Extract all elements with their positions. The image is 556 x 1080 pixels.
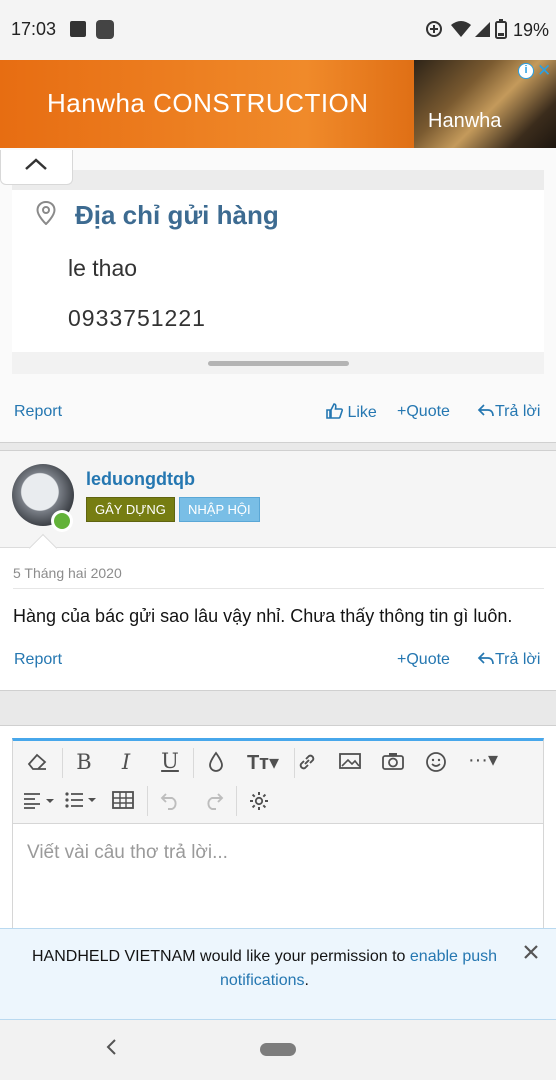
- battery-icon: [495, 19, 507, 39]
- reply-label: Trả lời: [495, 403, 541, 420]
- italic-icon[interactable]: I: [111, 750, 141, 774]
- section-divider: [0, 690, 556, 726]
- quote-label: Quote: [406, 403, 450, 420]
- editor-toolbar: B I U Tт▾ ···▾: [13, 741, 543, 824]
- font-size-icon[interactable]: Tт▾: [243, 750, 283, 775]
- like-button[interactable]: Like: [326, 403, 377, 422]
- report-link[interactable]: Report: [14, 403, 62, 421]
- online-indicator-icon: [54, 513, 70, 529]
- user-badge: NHẬP HỘI: [179, 497, 260, 522]
- list-icon[interactable]: [63, 791, 99, 815]
- underline-icon[interactable]: U: [155, 749, 185, 773]
- reply-icon: [477, 404, 494, 417]
- eraser-icon[interactable]: [22, 751, 52, 777]
- reply-label: Trả lời: [495, 651, 541, 668]
- post-username[interactable]: leduongdtqb: [86, 469, 195, 490]
- ad-logo: Hanwha: [428, 110, 502, 132]
- battery-percent: 19%: [513, 20, 550, 40]
- thumbs-up-icon: [326, 403, 343, 419]
- like-label: Like: [347, 404, 377, 421]
- settings-icon[interactable]: [244, 790, 274, 818]
- address-name: le thao: [68, 255, 138, 281]
- reply-button[interactable]: Trả lời: [477, 651, 540, 669]
- enable-push-link[interactable]: enable push: [410, 948, 497, 965]
- undo-icon[interactable]: [155, 790, 185, 816]
- push-notice-text: HANDHELD VIETNAM would like your permiss…: [32, 948, 522, 966]
- image-icon[interactable]: [335, 752, 365, 776]
- post-2-header: [0, 451, 556, 548]
- location-pin-icon: [36, 201, 56, 225]
- more-icon[interactable]: ···▾: [463, 747, 503, 772]
- home-pill[interactable]: [260, 1043, 296, 1056]
- gallery-notification-icon: [70, 21, 86, 37]
- chevron-up-icon[interactable]: [24, 156, 48, 172]
- wifi-icon: [451, 21, 471, 37]
- link-icon[interactable]: [292, 751, 322, 779]
- cell-signal-icon: [475, 22, 490, 37]
- post-date[interactable]: 5 Tháng hai 2020: [13, 565, 122, 581]
- camera-icon[interactable]: [378, 752, 408, 776]
- ad-info-icon[interactable]: i: [518, 63, 534, 79]
- reply-icon: [477, 652, 494, 665]
- redo-icon[interactable]: [199, 790, 229, 816]
- report-link[interactable]: Report: [14, 651, 62, 669]
- user-badge: GÂY DỰNG: [86, 497, 175, 522]
- address-phone: 0933751221: [68, 305, 206, 331]
- quote-label: Quote: [406, 651, 450, 668]
- quote-button[interactable]: +Quote: [397, 403, 450, 421]
- table-icon[interactable]: [108, 791, 138, 815]
- align-icon[interactable]: [21, 791, 57, 815]
- address-title: Địa chỉ gửi hàng: [75, 200, 279, 230]
- push-notice-period: .: [304, 972, 309, 989]
- image-scrollbar[interactable]: [208, 361, 349, 366]
- bold-icon[interactable]: B: [69, 750, 99, 774]
- post-divider: [0, 442, 556, 451]
- data-saver-icon: [426, 21, 442, 37]
- back-icon[interactable]: [104, 1036, 118, 1058]
- quote-button[interactable]: +Quote: [397, 651, 450, 669]
- ad-brand-text: Hanwha CONSTRUCTION: [47, 88, 369, 118]
- enable-push-link-2[interactable]: notifications: [220, 972, 305, 989]
- app-notification-icon: [96, 20, 114, 39]
- color-drop-icon[interactable]: [201, 751, 231, 779]
- status-time: 17:03: [11, 19, 57, 39]
- push-notice-message: HANDHELD VIETNAM would like your permiss…: [32, 948, 410, 965]
- post-text: Hàng của bác gửi sao lâu vậy nhỉ. Chưa t…: [13, 606, 513, 626]
- ad-banner[interactable]: Hanwha CONSTRUCTION Hanwha: [0, 60, 556, 148]
- editor-placeholder[interactable]: Viết vài câu thơ trả lời...: [27, 842, 228, 864]
- ad-close-icon[interactable]: ✕: [537, 61, 551, 81]
- plus-icon: +: [397, 403, 407, 420]
- push-notice-text-2: notifications.: [220, 972, 309, 990]
- smiley-icon[interactable]: [421, 751, 451, 779]
- close-icon[interactable]: [523, 944, 539, 960]
- plus-icon: +: [397, 651, 407, 668]
- post-rule: [13, 588, 544, 589]
- reply-button[interactable]: Trả lời: [477, 403, 540, 421]
- ad-photo: [414, 60, 556, 148]
